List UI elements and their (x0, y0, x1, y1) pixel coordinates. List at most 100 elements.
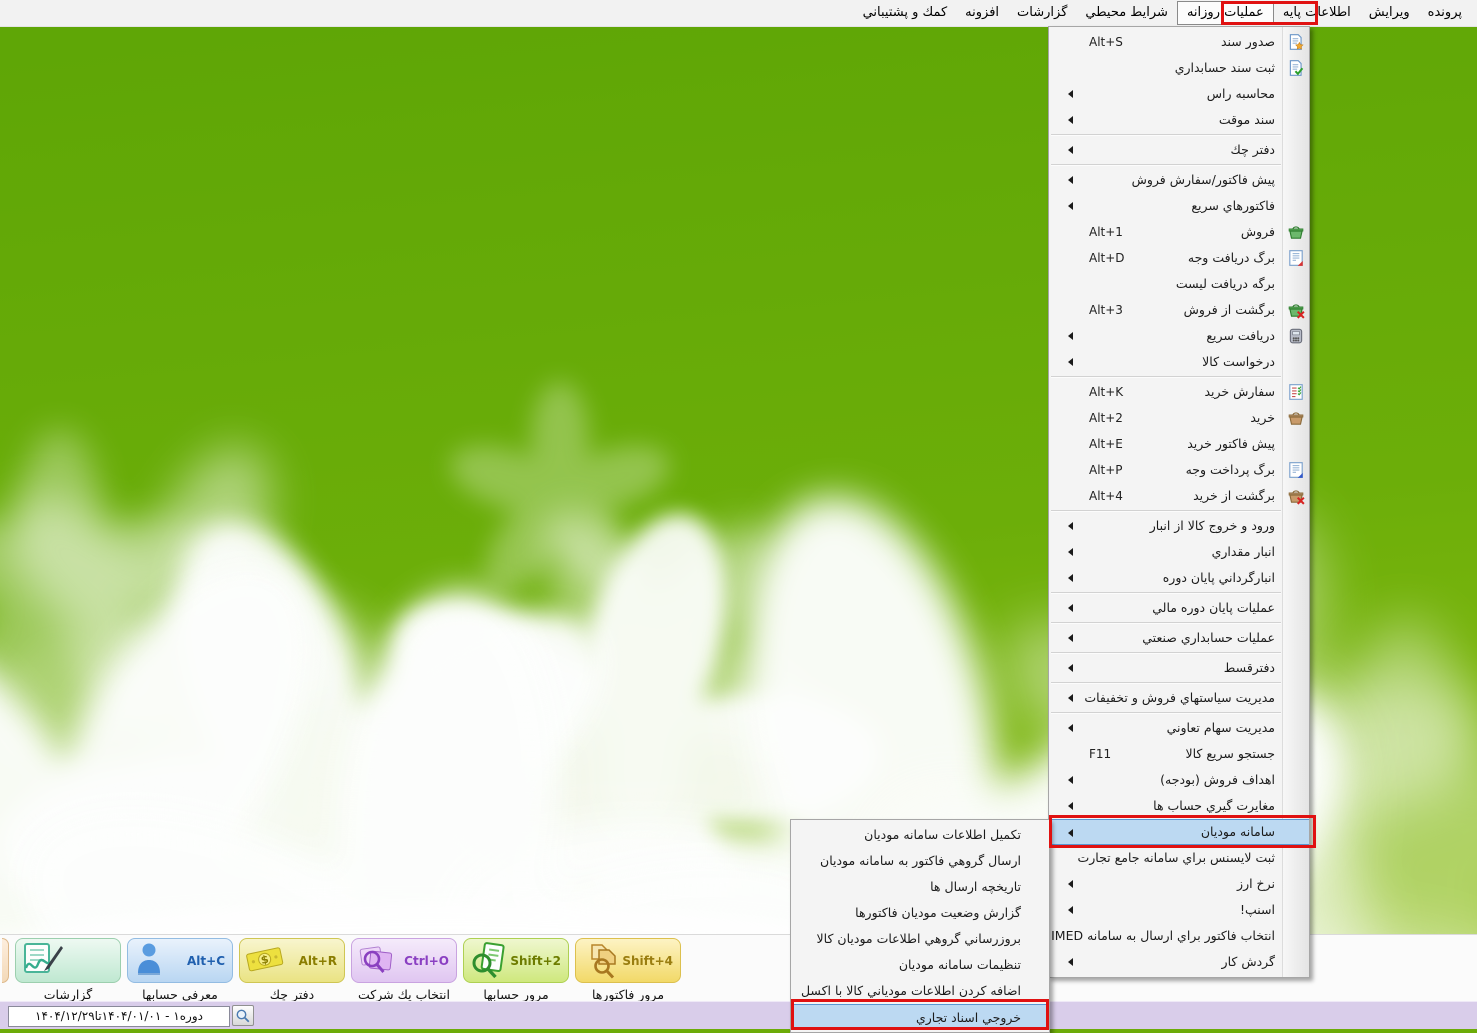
reports-button[interactable] (15, 938, 121, 983)
menubar-item-environment-conditions[interactable]: شرايط محيطي (1076, 1, 1177, 25)
menu-item-goods-request[interactable]: درخواست کالا (1049, 349, 1309, 375)
menu-item-workflow[interactable]: گردش کار (1049, 949, 1309, 975)
select-company-button[interactable]: Ctrl+O (351, 938, 457, 983)
menu-item-issue-document[interactable]: Alt+Sصدور سند (1049, 29, 1309, 55)
toolbar-button-label: دفتر چك (239, 987, 345, 1002)
submenu-item-commercial-documents-export[interactable]: خروجي اسناد تجاري (791, 1004, 1049, 1030)
menu-item-goods-in-out-warehouse[interactable]: ورود و خروج کالا از انبار (1049, 513, 1309, 539)
menu-item-shortcut: Alt+1 (1089, 219, 1123, 245)
menu-item-quick-invoices[interactable]: فاکتورهاي سريع (1049, 193, 1309, 219)
submenu-arrow-icon (1064, 776, 1073, 784)
menu-item-shortcut: Alt+K (1089, 379, 1123, 405)
document-magnifier-icon (467, 941, 513, 981)
report-document-icon (19, 941, 65, 981)
menu-item-label: پيش فاکتور/سفارش فروش (1132, 167, 1275, 193)
menu-item-shortcut: F11 (1089, 741, 1111, 767)
submenu-arrow-icon (1064, 880, 1073, 888)
toolbar-shortcut-label: Ctrl+O (404, 954, 449, 968)
search-button[interactable] (232, 1005, 254, 1026)
submenu-arrow-icon (1064, 548, 1073, 556)
submenu-item-group-send-invoices[interactable]: ارسال گروهي فاکتور به سامانه موديان (791, 848, 1049, 874)
menu-item-label: سامانه موديان (1201, 820, 1275, 844)
menu-item-purchase[interactable]: Alt+2خريد (1049, 405, 1309, 431)
menu-item-temporary-document[interactable]: سند موقت (1049, 107, 1309, 133)
menubar-item-edit[interactable]: ويرايش (1360, 1, 1419, 25)
submenu-item-taxpayer-invoice-status-report[interactable]: گزارش وضعيت موديان فاکتورها (791, 900, 1049, 926)
menu-item-sale[interactable]: Alt+1فروش (1049, 219, 1309, 245)
submenu-arrow-icon (1064, 332, 1073, 340)
menu-item-fiscal-period-end-operations[interactable]: عمليات پايان دوره مالي (1049, 595, 1309, 621)
toolbar-button-label: مرور حسابها (463, 987, 569, 1002)
menu-item-shortcut: Alt+D (1089, 245, 1125, 271)
submenu-item-group-update-goods-taxpayer-info[interactable]: بروزرساني گروهي اطلاعات موديان کالا (791, 926, 1049, 952)
menubar-item-file[interactable]: پرونده (1419, 1, 1471, 25)
menu-item-label: اهداف فروش (بودجه) (1160, 767, 1275, 793)
menubar-item-reports[interactable]: گزارشات (1008, 1, 1076, 25)
menu-item-label: پيش فاکتور خريد (1187, 431, 1275, 457)
menu-item-account-discrepancy[interactable]: مغايرت گيري حساب ها (1049, 793, 1309, 819)
submenu-item-label: اضافه کردن اطلاعات مودياني کالا با اکسل (801, 978, 1021, 1004)
menu-item-purchase-proforma[interactable]: Alt+E پيش فاکتور خريد (1049, 431, 1309, 457)
menu-item-shortcut: Alt+S (1089, 29, 1123, 55)
menu-item-label: نرخ ارز (1237, 871, 1275, 897)
menu-item-snapp[interactable]: اسنپ! (1049, 897, 1309, 923)
menu-item-period-end-stocktaking[interactable]: انبارگرداني پايان دوره (1049, 565, 1309, 591)
review-accounts-button[interactable]: Shift+2 (463, 938, 569, 983)
menubar-item-help-support[interactable]: كمك و پشتيباني (854, 1, 957, 25)
menu-item-receive-list-sheet[interactable]: برگه دريافت ليست (1049, 271, 1309, 297)
menubar-item-base-info[interactable]: اطلاعات پايه (1274, 1, 1360, 25)
submenu-arrow-icon (1064, 116, 1073, 124)
menu-item-label: ورود و خروج کالا از انبار (1150, 513, 1275, 539)
menu-item-purchase-return[interactable]: Alt+4 برگشت از خريد (1049, 483, 1309, 509)
review-invoices-toolbar-slot: Shift+4مرور فاكتورها (575, 938, 681, 1002)
menu-item-shortcut: Alt+4 (1089, 483, 1123, 509)
menu-item-taxpayers-system[interactable]: سامانه موديان (1049, 819, 1309, 845)
menu-item-license-registration[interactable]: ثبت لايسنس براي سامانه جامع تجارت (1049, 845, 1309, 871)
menubar-item-addons[interactable]: افزونه (956, 1, 1008, 25)
toolbar-button-label: گزارشات (15, 987, 121, 1002)
toolbar-shortcut-label: Alt+R (299, 954, 337, 968)
payment-document-icon (1287, 461, 1305, 479)
menu-item-quick-receive[interactable]: دريافت سريع (1049, 323, 1309, 349)
menu-item-select-invoice-imed[interactable]: انتخاب فاکتور براي ارسال به سامانه IMED (1049, 923, 1309, 949)
menu-item-shortcut: Alt+E (1089, 431, 1123, 457)
menu-item-label: مديريت سهام تعاوني (1167, 715, 1275, 741)
review-invoices-button[interactable]: Shift+4 (575, 938, 681, 983)
submenu-arrow-icon (1064, 604, 1073, 612)
menu-item-payment-voucher[interactable]: Alt+Pبرگ پرداخت وجه (1049, 457, 1309, 483)
menu-item-sale-return[interactable]: Alt+3برگشت از فروش (1049, 297, 1309, 323)
submenu-item-add-goods-taxpayer-info-excel[interactable]: اضافه کردن اطلاعات مودياني کالا با اکسل (791, 978, 1049, 1004)
submenu-arrow-icon (1064, 202, 1073, 210)
menu-item-cooperative-shares-management[interactable]: مديريت سهام تعاوني (1049, 715, 1309, 741)
menu-item-industrial-accounting-operations[interactable]: عمليات حسابداري صنعتي (1049, 625, 1309, 651)
menu-item-raas-calculation[interactable]: محاسبه راس (1049, 81, 1309, 107)
cheque-book-button[interactable]: $Alt+R (239, 938, 345, 983)
menu-item-label: گردش کار (1222, 949, 1275, 975)
partial-toolbar-button[interactable] (2, 938, 9, 983)
statusbar: دوره۱ - ۱۴۰۴/۰۱/۰۱تا۱۴۰۴/۱۲/۲۹ (0, 1001, 1477, 1029)
menu-item-purchase-order[interactable]: Alt+Kسفارش خريد (1049, 379, 1309, 405)
menu-item-sales-targets[interactable]: اهداف فروش (بودجه) (1049, 767, 1309, 793)
menu-item-receive-voucher[interactable]: Alt+Dبرگ دريافت وجه (1049, 245, 1309, 271)
fiscal-period-field[interactable]: دوره۱ - ۱۴۰۴/۰۱/۰۱تا۱۴۰۴/۱۲/۲۹ (8, 1006, 230, 1027)
submenu-item-label: تنظيمات سامانه موديان (899, 952, 1021, 978)
menu-item-sales-policies-management[interactable]: مديريت سياستهاي فروش و تخفيفات (1049, 685, 1309, 711)
menu-item-cheque-book[interactable]: دفتر چك (1049, 137, 1309, 163)
menu-item-proforma-sales-order[interactable]: پيش فاکتور/سفارش فروش (1049, 167, 1309, 193)
menubar-item-daily-operations[interactable]: عمليات روزانه (1177, 1, 1274, 25)
sale-basket-icon (1287, 223, 1305, 241)
menu-item-quick-goods-search[interactable]: F11جستجو سريع کالا (1049, 741, 1309, 767)
menu-item-label: برگشت از خريد (1193, 483, 1275, 509)
menu-item-quantitative-warehouse[interactable]: انبار مقداري (1049, 539, 1309, 565)
submenu-item-taxpayer-system-settings[interactable]: تنظيمات سامانه موديان (791, 952, 1049, 978)
submenu-item-complete-taxpayer-info[interactable]: تکميل اطلاعات سامانه موديان (791, 822, 1049, 848)
menu-item-label: مغايرت گيري حساب ها (1153, 793, 1275, 819)
menu-item-label: عمليات پايان دوره مالي (1152, 595, 1275, 621)
menu-item-installment-book[interactable]: دفترقسط (1049, 655, 1309, 681)
submenu-item-send-history[interactable]: تاريخچه ارسال ها (791, 874, 1049, 900)
menu-item-currency-rate[interactable]: نرخ ارز (1049, 871, 1309, 897)
submenu-item-label: گزارش وضعيت موديان فاکتورها (855, 900, 1021, 926)
menu-item-register-accounting-document[interactable]: ثبت سند حسابداري (1049, 55, 1309, 81)
define-accounts-button[interactable]: Alt+C (127, 938, 233, 983)
menu-item-label: فاکتورهاي سريع (1191, 193, 1275, 219)
